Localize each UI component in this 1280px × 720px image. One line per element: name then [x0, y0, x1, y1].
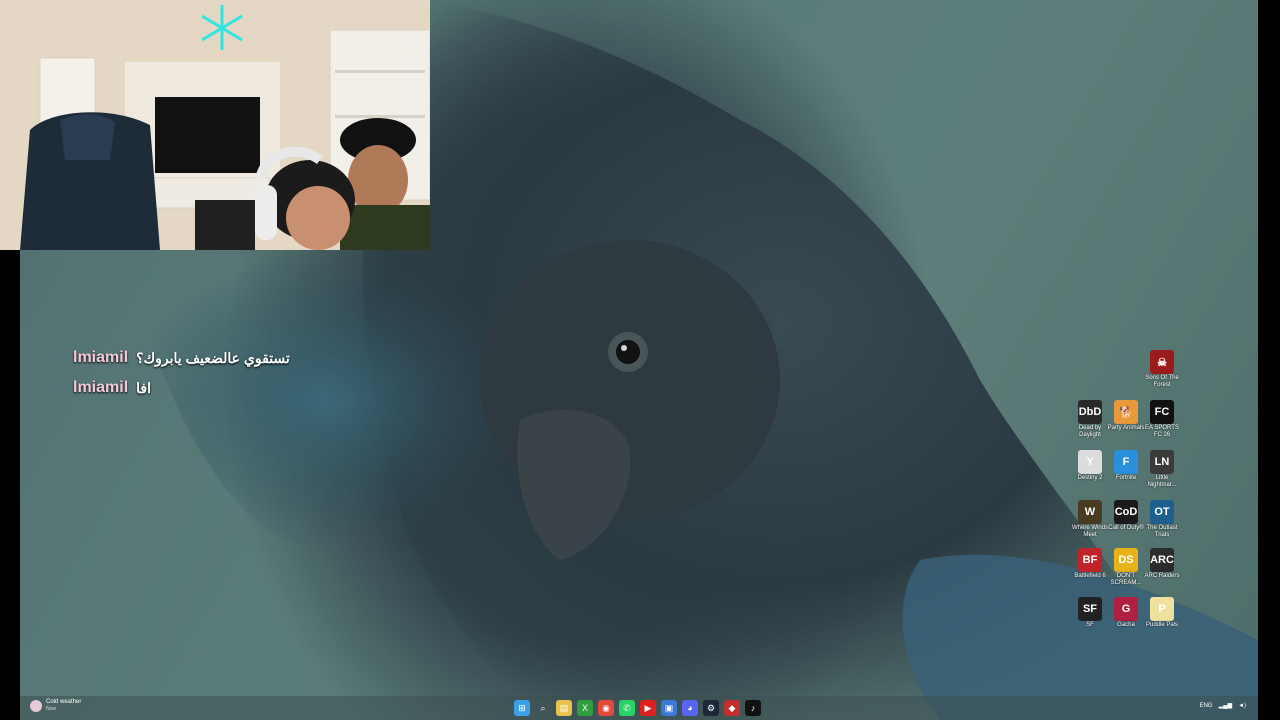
- desktop-shortcut[interactable]: F Fortnite: [1106, 450, 1146, 482]
- desktop-shortcut[interactable]: ARC ARC Raiders: [1142, 548, 1182, 580]
- discord-icon[interactable]: ◕: [682, 700, 698, 716]
- app-icon: G: [1114, 597, 1138, 621]
- desktop-shortcut[interactable]: SF SF: [1070, 597, 1110, 629]
- desktop-shortcut[interactable]: LN Little Nightmar...: [1142, 450, 1182, 489]
- shortcut-label: Fortnite: [1115, 475, 1137, 481]
- desktop-shortcut[interactable]: W Where Winds Meet: [1070, 500, 1110, 539]
- desktop-shortcut[interactable]: BF Battlefield 6: [1070, 548, 1110, 580]
- shortcut-label: ARC Raiders: [1144, 573, 1180, 579]
- webcam-overlay: [0, 0, 430, 250]
- shortcut-label: Battlefield 6: [1074, 573, 1106, 579]
- shortcut-label: DON'T SCREAM...: [1110, 573, 1142, 586]
- app-icon: BF: [1078, 548, 1102, 572]
- webcam-feed-image: [0, 0, 430, 250]
- chat-text: تستقوي عالضعيف يابروك؟: [136, 349, 290, 366]
- store-icon[interactable]: ▣: [661, 700, 677, 716]
- windows-start-icon[interactable]: ⊞: [514, 700, 530, 716]
- shortcut-label: The Outlast Trials: [1146, 525, 1178, 538]
- whatsapp-icon[interactable]: ✆: [619, 700, 635, 716]
- tiktok-icon[interactable]: ♪: [745, 700, 761, 716]
- weather-subtitle: Now: [46, 706, 57, 712]
- app-icon: Y: [1078, 450, 1102, 474]
- app-icon: CoD: [1114, 500, 1138, 524]
- app-icon: ARC: [1150, 548, 1174, 572]
- shortcut-label: Little Nightmar...: [1147, 475, 1177, 488]
- network-icon[interactable]: ▂▄▆: [1219, 702, 1232, 709]
- search-icon[interactable]: ⌕: [535, 700, 551, 716]
- shortcut-label: Dead by Daylight: [1078, 425, 1102, 438]
- desktop-shortcut[interactable]: G Gacha: [1106, 597, 1146, 629]
- app-icon: DS: [1114, 548, 1138, 572]
- app-icon: DbD: [1078, 400, 1102, 424]
- desktop-shortcut[interactable]: FC EA SPORTS FC 26: [1142, 400, 1182, 439]
- youtube-icon[interactable]: ▶: [640, 700, 656, 716]
- shortcut-label: Party Animals: [1107, 425, 1145, 431]
- shortcut-label: Call of Duty®: [1108, 525, 1144, 531]
- taskbar: Cold weather Now ⊞ ⌕ ▤ X ◉ ✆ ▶ ▣ ◕ ⚙ ◆ ♪ ENG ▂▄▆ ◄): [20, 696, 1258, 720]
- desktop-shortcut[interactable]: CoD Call of Duty®: [1106, 500, 1146, 532]
- chat-username: lmiamil: [73, 379, 129, 396]
- shortcut-label: Puddle Pals: [1145, 622, 1179, 628]
- desktop-shortcut[interactable]: 🐕 Party Animals: [1106, 400, 1146, 432]
- app-icon: F: [1114, 450, 1138, 474]
- system-tray: ENG ▂▄▆ ◄): [1200, 702, 1246, 710]
- app-icon: OT: [1150, 500, 1174, 524]
- desktop-shortcut[interactable]: DS DON'T SCREAM...: [1106, 548, 1146, 587]
- shortcut-label: Gacha: [1117, 622, 1135, 628]
- chat-text: افا: [136, 379, 151, 396]
- stream-chat: lmiamil تستقوي عالضعيف يابروك؟ lmiamil ا…: [73, 343, 290, 403]
- language-indicator[interactable]: ENG: [1200, 703, 1213, 709]
- desktop-shortcut[interactable]: ☠ Sons Of The Forest: [1142, 350, 1182, 389]
- taskbar-apps: ⊞ ⌕ ▤ X ◉ ✆ ▶ ▣ ◕ ⚙ ◆ ♪: [514, 700, 761, 716]
- xbox-icon[interactable]: X: [577, 700, 593, 716]
- volume-icon[interactable]: ◄): [1238, 703, 1246, 709]
- app-icon: ☠: [1150, 350, 1174, 374]
- desktop-shortcut[interactable]: OT The Outlast Trials: [1142, 500, 1182, 539]
- shortcut-label: Destiny 2: [1077, 475, 1103, 481]
- file-explorer-icon[interactable]: ▤: [556, 700, 572, 716]
- chat-message: lmiamil تستقوي عالضعيف يابروك؟: [73, 343, 290, 373]
- app-icon[interactable]: ◆: [724, 700, 740, 716]
- shortcut-label: Where Winds Meet: [1071, 525, 1108, 538]
- shortcut-label: SF: [1086, 622, 1094, 628]
- weather-icon: [30, 699, 42, 712]
- steam-icon[interactable]: ⚙: [703, 700, 719, 716]
- shortcut-label: EA SPORTS FC 26: [1145, 425, 1179, 438]
- app-icon: FC: [1150, 400, 1174, 424]
- app-icon: P: [1150, 597, 1174, 621]
- app-icon: LN: [1150, 450, 1174, 474]
- desktop-shortcut[interactable]: Y Destiny 2: [1070, 450, 1110, 482]
- app-icon: 🐕: [1114, 400, 1138, 424]
- shortcut-label: Sons Of The Forest: [1145, 375, 1179, 388]
- app-icon: W: [1078, 500, 1102, 524]
- chrome-icon[interactable]: ◉: [598, 700, 614, 716]
- chat-username: lmiamil: [73, 349, 129, 366]
- chat-message: lmiamil افا: [73, 373, 290, 403]
- right-letterbox: [1258, 0, 1280, 720]
- desktop-shortcut[interactable]: DbD Dead by Daylight: [1070, 400, 1110, 439]
- weather-title: Cold weather: [46, 699, 82, 705]
- weather-widget[interactable]: Cold weather Now: [30, 699, 81, 712]
- app-icon: SF: [1078, 597, 1102, 621]
- desktop-shortcut[interactable]: P Puddle Pals: [1142, 597, 1182, 629]
